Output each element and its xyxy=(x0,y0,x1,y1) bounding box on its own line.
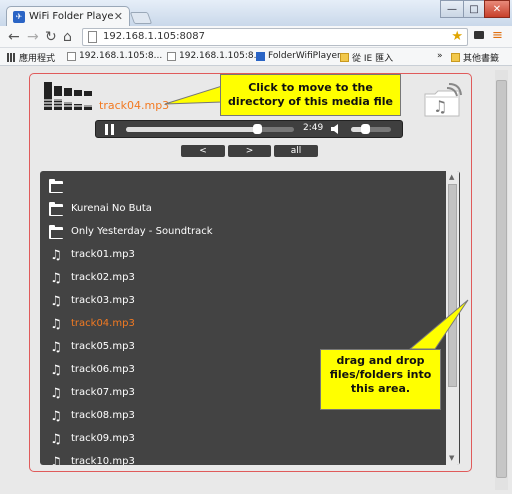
previous-button[interactable]: < xyxy=(181,145,225,157)
wifi-folder-favicon-icon: ✈ xyxy=(13,10,25,23)
list-item-label: Only Yesterday - Soundtrack xyxy=(71,226,213,237)
svg-text:♫: ♫ xyxy=(433,97,447,116)
bookmarks-bar: 應用程式 192.168.1.105:8... 192.168.1.105:8.… xyxy=(0,48,512,66)
tab-title: WiFi Folder Player xyxy=(29,11,114,22)
callout-move-to-directory: Click to move to the directory of this m… xyxy=(220,74,401,116)
list-item-label: track03.mp3 xyxy=(71,295,135,306)
list-item-label: track01.mp3 xyxy=(71,249,135,260)
bookmarks-overflow-icon[interactable]: » xyxy=(437,51,443,61)
music-note-icon: ♫ xyxy=(50,340,62,355)
list-item-label: track08.mp3 xyxy=(71,410,135,421)
new-tab-button[interactable] xyxy=(129,12,153,24)
bookmark-apps[interactable]: 應用程式 xyxy=(7,51,55,64)
music-note-icon: ♫ xyxy=(50,271,62,286)
equalizer-bars xyxy=(44,96,94,110)
bookmark-page-2[interactable]: 192.168.1.105:8... xyxy=(167,51,262,61)
scroll-up-arrow-icon[interactable]: ▲ xyxy=(449,173,454,181)
folder-row[interactable]: Only Yesterday - Soundtrack xyxy=(40,222,440,244)
list-item-label: track07.mp3 xyxy=(71,387,135,398)
back-arrow-icon[interactable]: ← xyxy=(8,28,20,46)
music-note-icon: ♫ xyxy=(50,317,62,332)
folder-icon xyxy=(49,179,63,193)
now-playing-title-link[interactable]: track04.mp3 xyxy=(99,99,169,112)
wifi-folder-favicon-icon xyxy=(256,51,265,61)
music-note-icon: ♫ xyxy=(50,386,62,401)
list-item-label: track05.mp3 xyxy=(71,341,135,352)
list-item-label: track09.mp3 xyxy=(71,433,135,444)
folder-icon xyxy=(49,202,63,216)
forward-arrow-icon[interactable]: → xyxy=(27,28,39,46)
list-item-label: track04.mp3 xyxy=(71,318,135,329)
callout-drag-and-drop: drag and drop files/folders into this ar… xyxy=(320,349,441,410)
volume-icon[interactable] xyxy=(331,124,341,134)
minimize-button[interactable]: — xyxy=(440,0,464,18)
music-note-icon: ♫ xyxy=(50,248,62,263)
folder-icon xyxy=(451,53,460,62)
scroll-down-arrow-icon[interactable]: ▼ xyxy=(449,454,454,462)
bookmark-folder-ie-import[interactable]: 從 IE 匯入 xyxy=(340,51,393,64)
progress-slider[interactable] xyxy=(126,124,294,134)
music-note-icon: ♫ xyxy=(50,363,62,378)
reload-icon[interactable]: ↻ xyxy=(45,28,57,46)
progress-knob[interactable] xyxy=(253,124,263,134)
home-icon[interactable]: ⌂ xyxy=(63,28,72,46)
page-icon xyxy=(67,51,76,61)
music-note-icon: ♫ xyxy=(50,432,62,447)
list-item-label: track10.mp3 xyxy=(71,456,135,465)
tab-close-icon[interactable]: ✕ xyxy=(114,10,123,23)
folder-row[interactable]: Kurenai No Buta xyxy=(40,199,440,221)
file-row[interactable]: ♫ track10.mp3 xyxy=(40,452,440,465)
elapsed-time: 2:49 xyxy=(303,123,324,133)
page-scrollbar[interactable] xyxy=(495,70,508,490)
maximize-button[interactable]: □ xyxy=(463,0,485,18)
close-window-button[interactable]: ✕ xyxy=(484,0,510,18)
list-item-label: track02.mp3 xyxy=(71,272,135,283)
list-item-label: Kurenai No Buta xyxy=(71,203,152,214)
bookmark-other[interactable]: 其他書籤 xyxy=(451,51,499,64)
progress-fill xyxy=(126,127,258,132)
menu-icon[interactable]: ≡ xyxy=(492,29,503,43)
all-button[interactable]: all xyxy=(274,145,318,157)
bookmark-folderwifiplayer[interactable]: FolderWifiPlayer xyxy=(256,51,341,61)
volume-slider[interactable] xyxy=(351,124,391,134)
apps-grid-icon xyxy=(7,53,16,62)
next-button[interactable]: > xyxy=(228,145,271,157)
file-row[interactable]: ♫ track09.mp3 xyxy=(40,429,440,451)
file-row[interactable]: ♫ track01.mp3 xyxy=(40,245,440,267)
bookmark-star-icon[interactable]: ★ xyxy=(451,29,463,44)
browser-toolbar: ← → ↻ ⌂ 192.168.1.105:8087 ★ ≡ xyxy=(0,26,512,48)
extension-icon[interactable] xyxy=(474,31,484,39)
url-text[interactable]: 192.168.1.105:8087 xyxy=(103,31,205,42)
volume-knob[interactable] xyxy=(361,124,370,134)
browser-tab[interactable]: ✈ WiFi Folder Player ✕ xyxy=(6,6,130,26)
music-note-icon: ♫ xyxy=(50,294,62,309)
page-icon xyxy=(88,31,97,43)
list-item-label: track06.mp3 xyxy=(71,364,135,375)
page-icon xyxy=(167,51,176,61)
window-titlebar: ✈ WiFi Folder Player ✕ — □ ✕ xyxy=(0,0,512,26)
music-note-icon: ♫ xyxy=(50,409,62,424)
equalizer-icon xyxy=(44,96,92,110)
address-bar[interactable]: 192.168.1.105:8087 ★ xyxy=(82,28,468,46)
page-scrollbar-thumb[interactable] xyxy=(496,80,507,478)
bookmark-page-1[interactable]: 192.168.1.105:8... xyxy=(67,51,162,61)
music-note-icon: ♫ xyxy=(50,455,62,465)
pause-icon[interactable] xyxy=(105,124,115,135)
folder-icon xyxy=(49,225,63,239)
folder-row[interactable] xyxy=(40,176,440,198)
file-row[interactable]: ♫ track02.mp3 xyxy=(40,268,440,290)
player-controls: 2:49 xyxy=(95,120,403,138)
folder-icon xyxy=(340,53,349,62)
media-folder-icon[interactable]: ♫ xyxy=(421,82,463,118)
